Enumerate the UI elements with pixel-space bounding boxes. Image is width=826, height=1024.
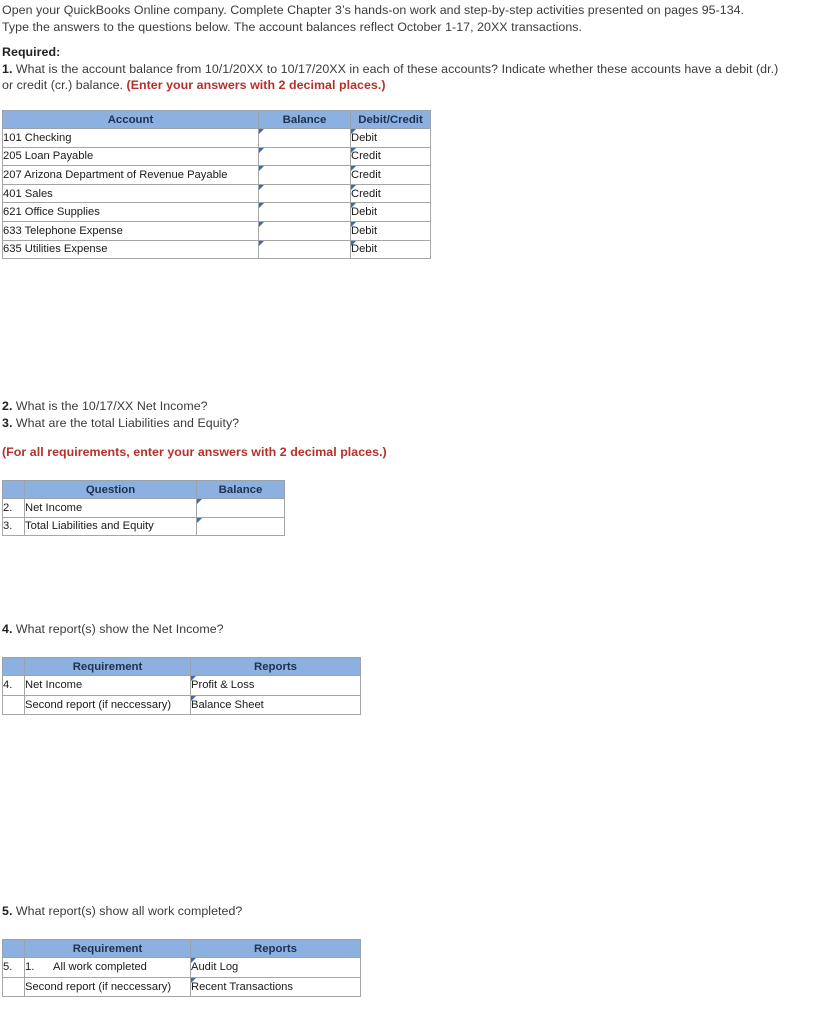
requirement-number-prefix: 1. [25,961,35,974]
debit-credit-input-cell[interactable]: Debit [350,128,431,148]
column-header-index [2,939,25,958]
balance-input-cell[interactable] [258,183,351,204]
column-header-requirement: Requirement [24,939,191,958]
table-row: 101 Checking Debit [2,128,431,148]
balance-input-cell[interactable] [258,165,351,185]
balance-input-cell[interactable] [258,239,351,260]
table-header-row: Question Balance [2,480,285,499]
column-header-reports: Reports [190,657,361,676]
table-row: 635 Utilities Expense Debit [2,239,431,260]
debit-credit-input-cell[interactable]: Credit [350,165,431,185]
column-header-index [2,657,25,676]
question-3-text: What are the total Liabilities and Equit… [12,415,240,430]
question-4-line: 4. What report(s) show the Net Income? [2,621,602,638]
table-header-row: Account Balance Debit/Credit [2,110,431,129]
table-row: Second report (if neccessary) Balance Sh… [2,694,361,716]
debit-credit-input-cell[interactable]: Credit [350,183,431,204]
table-row: 205 Loan Payable Credit [2,146,431,167]
balance-input-cell[interactable] [196,516,285,537]
intro-line-2: Type the answers to the questions below.… [2,19,582,34]
row-index-cell [2,976,25,998]
column-header-debit-credit: Debit/Credit [350,110,431,129]
questions-2-3-section: 2. What is the 10/17/XX Net Income? 3. W… [2,398,602,431]
row-index-cell [2,694,25,716]
account-name-cell: 205 Loan Payable [2,146,259,167]
account-name-cell: 633 Telephone Expense [2,220,259,241]
account-name-cell: 101 Checking [2,128,259,148]
intro-paragraph: Open your QuickBooks Online company. Com… [2,2,792,35]
account-name-cell: 401 Sales [2,183,259,204]
question-4-number: 4. [2,622,13,636]
requirement-1-number: 1. [2,61,13,76]
report-input-cell[interactable]: Profit & Loss [190,675,361,696]
debit-credit-input-cell[interactable]: Debit [350,202,431,222]
question-2-text: What is the 10/17/XX Net Income? [12,399,208,413]
column-header-reports: Reports [190,939,361,958]
row-index-cell: 5. [2,957,25,978]
column-header-balance: Balance [196,480,285,499]
balance-input-cell[interactable] [258,202,351,222]
net-income-reports-table: Requirement Reports 4. Net Income Profit… [2,657,361,716]
questions-balance-table: Question Balance 2. Net Income 3. Total … [2,480,285,537]
question-2-number: 2. [2,399,13,413]
intro-line-1: Open your QuickBooks Online company. Com… [2,3,745,17]
table-header-row: Requirement Reports [2,939,361,958]
column-header-index [2,480,25,499]
account-name-cell: 635 Utilities Expense [2,239,259,260]
table-row: 401 Sales Credit [2,183,431,204]
table-row: 2. Net Income [2,498,285,518]
debit-credit-input-cell[interactable]: Credit [350,146,431,167]
question-4-text: What report(s) show the Net Income? [12,622,224,636]
account-name-cell: 207 Arizona Department of Revenue Payabl… [2,165,259,185]
decimal-places-note: (For all requirements, enter your answer… [2,445,387,459]
requirement-1-paragraph: 1. What is the account balance from 10/1… [2,62,778,93]
question-label-cell: Net Income [24,498,197,518]
report-input-cell[interactable]: Recent Transactions [190,976,361,998]
question-5-number: 5. [2,904,13,918]
requirement-label-cell: Second report (if neccessary) [24,976,191,998]
table-row: Second report (if neccessary) Recent Tra… [2,976,361,998]
balance-input-cell[interactable] [258,146,351,167]
question-5-text: What report(s) show all work completed? [12,904,243,918]
column-header-account: Account [2,110,259,129]
table-row: 621 Office Supplies Debit [2,202,431,222]
requirement-label-cell: Second report (if neccessary) [24,694,191,716]
table-row: 5. 1. All work completed Audit Log [2,957,361,978]
requirement-1-text: What is the account balance from 10/1/20… [2,61,779,93]
debit-credit-input-cell[interactable]: Debit [350,239,431,260]
question-3-line: 3. What are the total Liabilities and Eq… [2,415,602,432]
required-section: Required: 1. What is the account balance… [2,44,792,94]
requirement-text: All work completed [53,961,147,974]
row-index-cell: 3. [2,516,25,537]
balance-input-cell[interactable] [258,220,351,241]
table-row: 207 Arizona Department of Revenue Payabl… [2,165,431,185]
question-label-cell: Total Liabilities and Equity [24,516,197,537]
requirement-1-note: (Enter your answers with 2 decimal place… [126,78,386,92]
column-header-requirement: Requirement [24,657,191,676]
column-header-question: Question [24,480,197,499]
question-5-line: 5. What report(s) show all work complete… [2,903,602,920]
balance-input-cell[interactable] [258,128,351,148]
requirement-label-cell: Net Income [24,675,191,696]
table-row: 4. Net Income Profit & Loss [2,675,361,696]
report-input-cell[interactable]: Balance Sheet [190,694,361,716]
question-2-line: 2. What is the 10/17/XX Net Income? [2,398,602,415]
question-3-number: 3. [2,415,13,430]
balance-input-cell[interactable] [196,498,285,518]
table-row: 3. Total Liabilities and Equity [2,516,285,537]
table-row: 633 Telephone Expense Debit [2,220,431,241]
all-work-reports-table: Requirement Reports 5. 1. All work comple… [2,939,361,998]
row-index-cell: 2. [2,498,25,518]
row-index-cell: 4. [2,675,25,696]
table-header-row: Requirement Reports [2,657,361,676]
account-name-cell: 621 Office Supplies [2,202,259,222]
accounts-balance-table: Account Balance Debit/Credit 101 Checkin… [2,110,431,260]
requirement-label-cell: 1. All work completed [24,957,191,978]
column-header-balance: Balance [258,110,351,129]
required-heading: Required: [2,45,61,59]
debit-credit-input-cell[interactable]: Debit [350,220,431,241]
report-input-cell[interactable]: Audit Log [190,957,361,978]
